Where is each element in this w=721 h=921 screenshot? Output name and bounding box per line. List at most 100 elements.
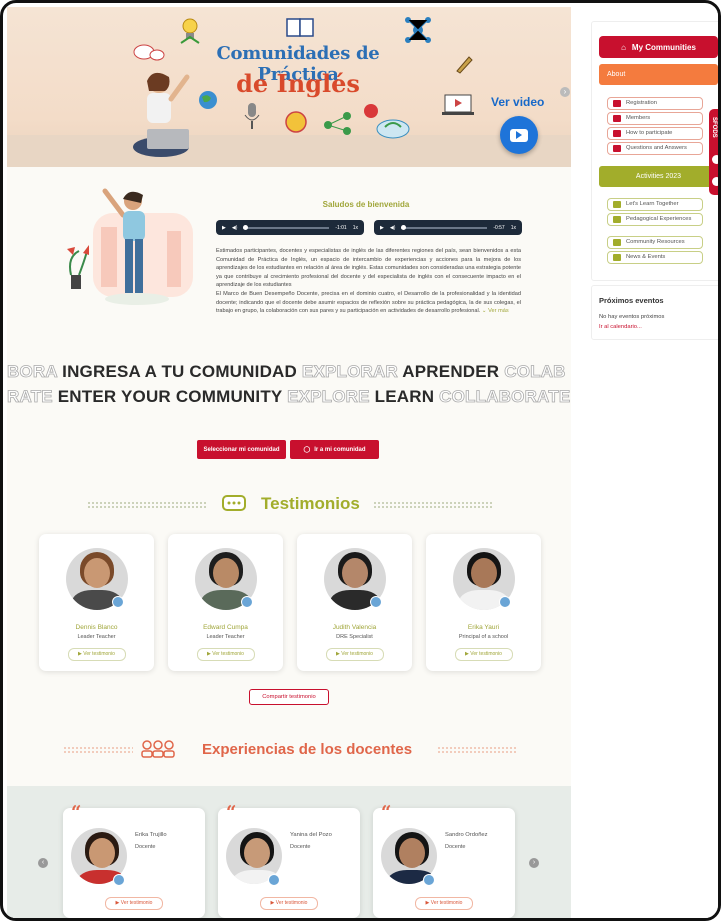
experience-name: Sandro Ordoñez (445, 832, 488, 838)
share-testimonial-button[interactable]: Compartir testimonio (249, 689, 329, 705)
volume-icon[interactable]: ◀) (390, 225, 396, 231)
dotted-divider-left (87, 501, 207, 509)
view-testimonial-button[interactable]: ▶ Ver testimonio (196, 648, 255, 661)
marquee-segment: BORA (7, 362, 63, 382)
view-testimonial-button[interactable]: ▶ Ver testimonio (325, 648, 384, 661)
testimonial-card: Edward Cumpa Leader Teacher ▶ Ver testim… (168, 534, 283, 671)
chevron-left-icon[interactable]: ‹ (38, 858, 48, 868)
network-icon (405, 17, 431, 43)
calendar-icon (613, 254, 621, 261)
dotted-divider-right (373, 501, 493, 509)
experience-role: Docente (290, 844, 311, 850)
sidebar-item-news[interactable]: News & Events (607, 251, 703, 264)
award-icon (285, 111, 307, 133)
read-more-link[interactable]: ⌄ Ver más (482, 308, 509, 314)
sidebar-item-pedagogical[interactable]: Pedagogical Experiences (607, 213, 703, 226)
hero-banner: Comunidades de Práctica de Inglés Ver vi… (7, 7, 571, 167)
welcome-paragraph-2: El Marco de Buen Desempeño Docente, prec… (216, 290, 521, 315)
sfods-tab[interactable]: SFODS (709, 109, 718, 195)
sidebar-item-members[interactable]: Members (607, 112, 703, 125)
chat-icon (613, 145, 621, 152)
testimonial-name: Edward Cumpa (203, 624, 248, 631)
pencil-icon (456, 56, 473, 74)
upcoming-events-title: Próximos eventos (599, 296, 664, 305)
testimonial-name: Dennis Blanco (75, 624, 118, 631)
testimonial-card: Dennis Blanco Leader Teacher ▶ Ver testi… (39, 534, 154, 671)
sidebar-item-registration[interactable]: Registration (607, 97, 703, 110)
sidebar-item-lets-learn[interactable]: Let's Learn Together (607, 198, 703, 211)
users-icon (613, 216, 621, 223)
view-testimonial-button[interactable]: ▶ Ver testimonio (105, 897, 163, 910)
quote-icon: “ (381, 802, 392, 823)
student-with-laptop-illustration (133, 72, 190, 157)
user-icon: ◯ (303, 447, 311, 453)
chevron-right-icon[interactable]: › (529, 858, 539, 868)
marquee-segment: EXPLORE (287, 387, 375, 407)
welcome-title: Saludos de bienvenida (322, 200, 410, 209)
audio-player-1[interactable]: ▶ ◀) -1:01 1x (216, 220, 364, 235)
audio-progress-2[interactable] (401, 225, 488, 230)
banner-floor (7, 135, 571, 167)
sidebar-item-how-to-participate[interactable]: How to participate (607, 127, 703, 140)
marquee-line-2: RATE ENTER YOUR COMMUNITY EXPLORE LEARN … (7, 387, 571, 407)
verified-icon (112, 596, 124, 608)
sidebar-item-resources[interactable]: Community Resources (607, 236, 703, 249)
testimonial-role: Principal of a school (458, 634, 509, 640)
verified-icon (113, 874, 125, 886)
sidebar-section-activities[interactable]: Activities 2023 (599, 166, 718, 187)
view-testimonial-button[interactable]: ▶ Ver testimonio (67, 648, 126, 661)
laptop-play-icon (442, 94, 474, 115)
microphone-icon (244, 103, 260, 129)
select-community-button[interactable]: Seleccionar mi comunidad (197, 440, 286, 459)
volume-icon[interactable]: ◀) (232, 225, 238, 231)
testimonial-role: DRE Specialist (336, 634, 373, 640)
welcome-paragraph-1: Estimados participantes, docentes y espe… (216, 248, 521, 289)
play-icon[interactable]: ▶ (380, 225, 384, 231)
warning-icon (613, 130, 621, 137)
play-icon[interactable]: ▶ (222, 225, 226, 231)
audio-progress-1[interactable] (243, 225, 330, 230)
view-testimonial-button[interactable]: ▶ Ver testimonio (260, 897, 318, 910)
users-icon (613, 115, 621, 122)
audio-player-2[interactable]: ▶ ◀) -0:57 1x (374, 220, 522, 235)
watch-video-label[interactable]: Ver video (491, 95, 544, 109)
welcome-text: Estimados participantes, docentes y espe… (216, 247, 521, 316)
testimonial-role: Leader Teacher (206, 634, 245, 640)
upcoming-events-panel (591, 285, 718, 340)
speech-bubbles-icon (133, 44, 165, 61)
sidebar-item-questions[interactable]: Questions and Answers (607, 142, 703, 155)
book-icon (286, 18, 314, 37)
no-events-text: No hay eventos próximos (599, 314, 665, 320)
audio-time-1: -1:01 (335, 224, 347, 231)
experience-role: Docente (135, 844, 156, 850)
calendar-link[interactable]: Ir al calendario... (599, 324, 642, 330)
chevron-right-icon[interactable]: › (560, 87, 570, 97)
experience-name: Erika Trujillo (135, 832, 167, 838)
marquee-line-1: BORA INGRESA A TU COMUNIDAD EXPLORAR APR… (7, 362, 571, 382)
testimonial-name: Erika Yauri (467, 624, 500, 631)
sidebar-section-about[interactable]: About (599, 64, 718, 85)
testimonial-card: Erika Yauri Principal of a school ▶ Ver … (426, 534, 541, 671)
dotted-divider-right (437, 746, 517, 754)
view-testimonial-button[interactable]: ▶ Ver testimonio (415, 897, 473, 910)
waving-teacher-illustration (67, 188, 193, 305)
audio-speed-2[interactable]: 1x (511, 225, 516, 231)
play-video-button[interactable] (500, 116, 538, 154)
marquee-segment: ENTER YOUR COMMUNITY (57, 387, 288, 406)
verified-icon (370, 596, 382, 608)
go-to-community-button[interactable]: ◯ Ir a mi comunidad (290, 440, 379, 459)
link-icon (613, 201, 621, 208)
experience-name: Yanina del Pozo (290, 832, 332, 838)
play-icon (510, 128, 528, 142)
marquee-segment: COLAB (504, 362, 566, 382)
verified-icon (241, 596, 253, 608)
testimonial-role: Leader Teacher (77, 634, 116, 640)
banner-title-line2: de Inglés (236, 69, 360, 98)
main-content: Comunidades de Práctica de Inglés Ver vi… (7, 7, 571, 918)
experience-role: Docente (445, 844, 466, 850)
view-testimonial-button[interactable]: ▶ Ver testimonio (454, 648, 513, 661)
audio-speed-1[interactable]: 1x (353, 225, 358, 231)
my-communities-button[interactable]: ⌂ My Communities (599, 36, 718, 58)
experiencias-title: Experiencias de los docentes (202, 741, 413, 758)
sfods-icon (712, 177, 718, 186)
